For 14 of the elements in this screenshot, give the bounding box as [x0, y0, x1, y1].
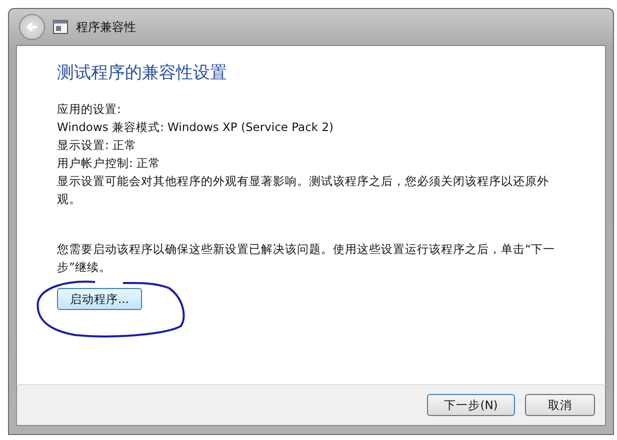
window-icon [53, 20, 68, 34]
instruction-text: 您需要启动该程序以确保这些新设置已解决该问题。使用这些设置运行该程序之后，单击“下一步”继续。 [57, 241, 556, 276]
page-heading: 测试程序的兼容性设置 [57, 62, 228, 84]
setting-line: 显示设置: 正常 [57, 137, 138, 154]
start-program-button[interactable]: 启动程序... [57, 288, 142, 310]
window-title: 程序兼容性 [76, 18, 136, 36]
setting-line: 应用的设置: [57, 101, 122, 118]
back-arrow-icon [25, 20, 39, 34]
setting-line: Windows 兼容模式: Windows XP (Service Pack 2) [57, 119, 335, 136]
setting-line: 用户帐户控制: 正常 [57, 155, 162, 172]
warning-text: 显示设置可能会对其他程序的外观有显著影响。测试该程序之后，您必须关闭该程序以还原外观。 [57, 173, 550, 208]
back-button[interactable] [19, 14, 45, 40]
cancel-button[interactable]: 取消 [525, 394, 595, 416]
next-button[interactable]: 下一步(N) [427, 394, 515, 416]
